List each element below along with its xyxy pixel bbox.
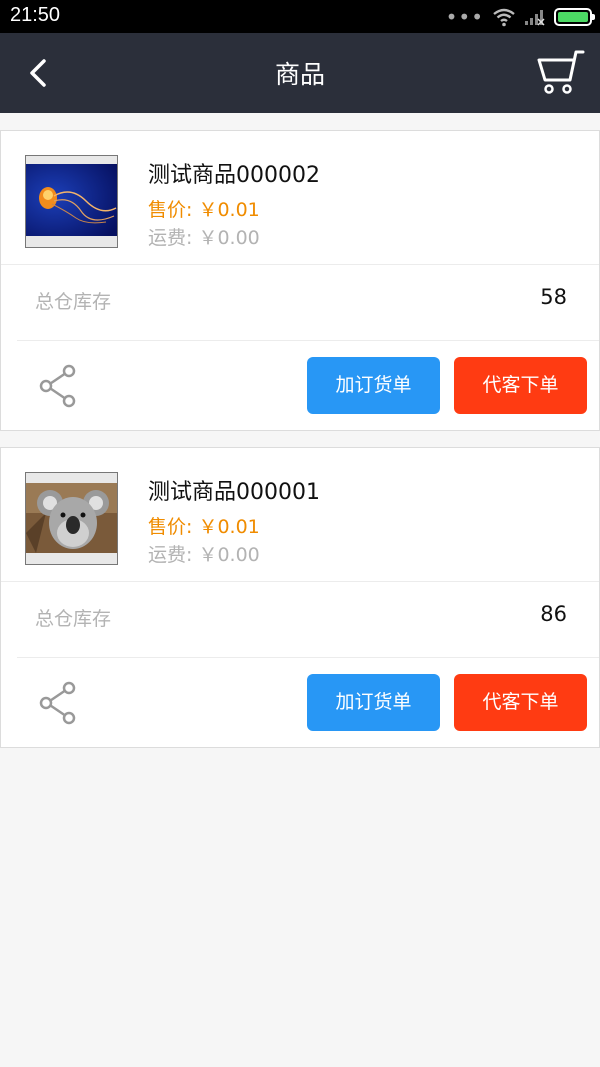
product-card: 测试商品000002 售价: ￥0.01 运费: ￥0.00 总仓库存 58 加… [0, 130, 600, 431]
shipping-value: ￥0.00 [198, 227, 260, 249]
stock-label: 总仓库存 [35, 291, 112, 313]
price-row: 售价: ￥0.01 [148, 195, 260, 222]
product-name[interactable]: 测试商品000001 [148, 474, 320, 506]
status-icons: ••• [445, 5, 595, 29]
shipping-value: ￥0.00 [198, 544, 260, 566]
price-row: 售价: ￥0.01 [148, 512, 260, 539]
page-title: 商品 [274, 60, 325, 89]
share-button[interactable] [39, 364, 79, 408]
cart-button[interactable] [534, 48, 586, 98]
share-icon [39, 681, 76, 725]
product-name[interactable]: 测试商品000002 [148, 157, 320, 189]
divider [17, 340, 599, 341]
status-time: 21:50 [10, 4, 61, 26]
share-button[interactable] [39, 681, 79, 725]
wifi-icon [493, 8, 515, 27]
price-value: ￥0.01 [198, 199, 260, 221]
stock-row: 总仓库存 86 [1, 581, 599, 657]
share-icon [39, 364, 76, 408]
add-order-button[interactable]: 加订货单 [307, 357, 440, 414]
price-label: 售价: [148, 199, 193, 221]
shopping-cart-icon [537, 50, 585, 94]
shipping-row: 运费: ￥0.00 [148, 223, 260, 250]
stock-row: 总仓库存 58 [1, 264, 599, 340]
add-order-button[interactable]: 加订货单 [307, 674, 440, 731]
stock-label: 总仓库存 [35, 608, 112, 630]
divider [17, 657, 599, 658]
status-bar: 21:50 ••• [0, 0, 600, 33]
shipping-label: 运费: [148, 227, 193, 249]
koala-photo [26, 473, 117, 564]
price-value: ￥0.01 [198, 516, 260, 538]
product-image[interactable] [25, 155, 118, 248]
place-order-button[interactable]: 代客下单 [454, 357, 587, 414]
battery-icon [554, 8, 595, 26]
price-label: 售价: [148, 516, 193, 538]
shipping-label: 运费: [148, 544, 193, 566]
stock-value: 86 [540, 602, 567, 626]
action-row: 加订货单 代客下单 [1, 340, 599, 430]
stock-value: 58 [540, 285, 567, 309]
product-card: 测试商品000001 售价: ￥0.01 运费: ￥0.00 总仓库存 86 加… [0, 447, 600, 748]
nav-bar: 商品 [0, 33, 600, 113]
signal-icon [525, 10, 545, 26]
jellyfish-photo [26, 156, 117, 247]
place-order-button[interactable]: 代客下单 [454, 674, 587, 731]
product-image[interactable] [25, 472, 118, 565]
more-dots-icon: ••• [445, 5, 484, 29]
shipping-row: 运费: ￥0.00 [148, 540, 260, 567]
action-row: 加订货单 代客下单 [1, 657, 599, 747]
